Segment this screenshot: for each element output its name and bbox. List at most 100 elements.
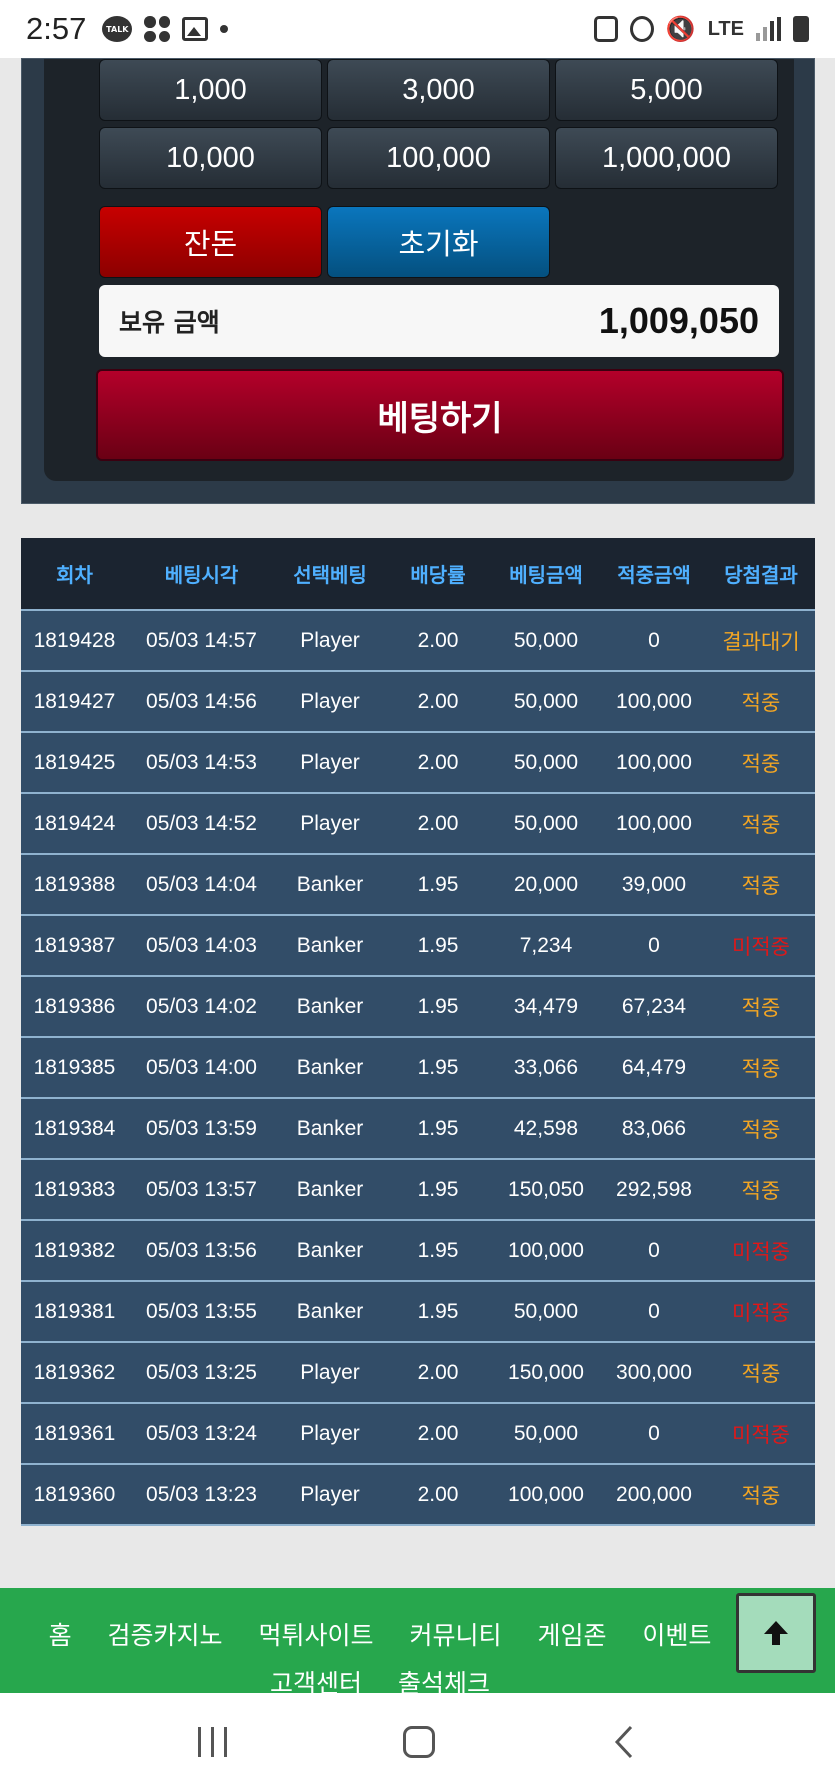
table-row: 1819360 05/03 13:23 Player 2.00 100,000 200,0…: [21, 1465, 815, 1526]
kakaotalk-icon: TALK: [102, 16, 133, 42]
signal-icon: [756, 17, 781, 41]
cell-win-amount: 200,000: [616, 1482, 692, 1506]
cell-result: 미적중: [732, 1239, 790, 1264]
cell-bet-time: 05/03 13:25: [146, 1360, 257, 1384]
cell-selection: Banker: [296, 1177, 364, 1201]
table-row: 1819361 05/03 13:24 Player 2.00 50,000 0 미적중: [21, 1404, 815, 1465]
chip-button-3000[interactable]: 3,000: [327, 59, 550, 121]
cell-round: 1819362: [33, 1360, 116, 1384]
cell-result: 적중: [741, 1117, 781, 1142]
cell-bet-amount: 50,000: [513, 689, 579, 713]
cell-round: 1819424: [33, 811, 116, 835]
cell-round: 1819361: [33, 1421, 116, 1445]
cell-win-amount: 0: [648, 628, 660, 652]
betting-panel-inner: 1,000 3,000 5,000 10,000 100,000 1,000,0…: [44, 59, 794, 481]
balance-amount: 1,009,050: [598, 300, 759, 341]
footer-link-verified-casino[interactable]: 검증카지노: [108, 1612, 223, 1660]
cell-bet-amount: 50,000: [513, 1421, 579, 1445]
table-body: 1819428 05/03 14:57 Player 2.00 50,000 0 결과대기 1…: [21, 611, 815, 1526]
change-button[interactable]: 잔돈: [99, 206, 322, 278]
col-result: 당첨결과: [724, 563, 798, 587]
col-odds: 배당률: [410, 563, 466, 587]
cell-selection: Player: [300, 628, 360, 652]
cell-round: 1819381: [33, 1299, 116, 1323]
bet-history-table: 회차 베팅시각 선택베팅 배당률 베팅금액 적중금액 당첨결과 1819428 0…: [21, 538, 815, 1526]
balance-box: 보유 금액 1,009,050: [99, 285, 779, 357]
reset-button[interactable]: 초기화: [327, 206, 550, 278]
cell-bet-amount: 20,000: [513, 872, 579, 896]
cell-result: 적중: [741, 751, 781, 776]
cell-selection: Banker: [296, 872, 364, 896]
cell-result: 미적중: [732, 934, 790, 959]
cell-round: 1819383: [33, 1177, 116, 1201]
cell-bet-amount: 50,000: [513, 1299, 579, 1323]
cell-win-amount: 100,000: [616, 750, 692, 774]
cell-round: 1819427: [33, 689, 116, 713]
chip-button-10000[interactable]: 10,000: [99, 127, 322, 189]
cell-bet-amount: 50,000: [513, 628, 579, 652]
cell-selection: Banker: [296, 1116, 364, 1140]
col-round: 회차: [56, 563, 93, 587]
col-selection: 선택베팅: [293, 563, 367, 587]
cell-round: 1819360: [33, 1482, 116, 1506]
cell-selection: Player: [300, 689, 360, 713]
chip-button-1000000[interactable]: 1,000,000: [555, 127, 778, 189]
cell-round: 1819386: [33, 994, 116, 1018]
battery-icon: [793, 16, 809, 42]
footer-link-event[interactable]: 이벤트: [642, 1612, 711, 1660]
cell-bet-amount: 7,234: [519, 933, 573, 957]
cell-odds: 2.00: [417, 1360, 459, 1384]
place-bet-button[interactable]: 베팅하기: [96, 369, 784, 461]
chip-button-100000[interactable]: 100,000: [327, 127, 550, 189]
table-row: 1819425 05/03 14:53 Player 2.00 50,000 100,00…: [21, 733, 815, 794]
cell-round: 1819388: [33, 872, 116, 896]
cell-win-amount: 67,234: [621, 994, 687, 1018]
cell-bet-time: 05/03 13:59: [146, 1116, 257, 1140]
cell-result: 적중: [741, 1056, 781, 1081]
cell-bet-amount: 50,000: [513, 750, 579, 774]
cell-round: 1819384: [33, 1116, 116, 1140]
balance-label: 보유 금액: [119, 308, 220, 337]
nav-back-icon[interactable]: [611, 1724, 637, 1760]
system-nav-bar: [0, 1693, 835, 1791]
nav-recent-icon[interactable]: [198, 1727, 227, 1757]
cell-result: 미적중: [732, 1422, 790, 1447]
cell-selection: Banker: [296, 1238, 364, 1262]
cell-bet-time: 05/03 13:55: [146, 1299, 257, 1323]
cell-odds: 1.95: [417, 1116, 459, 1140]
cell-win-amount: 39,000: [621, 872, 687, 896]
cell-result: 결과대기: [722, 629, 800, 654]
cell-selection: Player: [300, 750, 360, 774]
cell-win-amount: 300,000: [616, 1360, 692, 1384]
cell-win-amount: 0: [648, 1421, 660, 1445]
chip-button-5000[interactable]: 5,000: [555, 59, 778, 121]
cell-result: 미적중: [732, 1300, 790, 1325]
battery-saver-icon: [593, 16, 618, 42]
cell-odds: 2.00: [417, 1421, 459, 1445]
nav-home-icon[interactable]: [403, 1726, 435, 1758]
network-type: LTE: [707, 17, 744, 40]
cell-round: 1819382: [33, 1238, 116, 1262]
scroll-top-button[interactable]: [736, 1593, 816, 1673]
cell-odds: 1.95: [417, 1299, 459, 1323]
gallery-icon: [182, 17, 209, 41]
cell-win-amount: 292,598: [616, 1177, 692, 1201]
footer-link-scam-sites[interactable]: 먹튀사이트: [259, 1612, 374, 1660]
col-bet-time: 베팅시각: [164, 563, 239, 587]
cell-selection: Banker: [296, 1055, 364, 1079]
footer-link-home[interactable]: 홈: [49, 1612, 72, 1660]
footer-link-game-zone[interactable]: 게임존: [537, 1612, 606, 1660]
cell-round: 1819387: [33, 933, 116, 957]
footer-link-community[interactable]: 커뮤니티: [409, 1612, 501, 1660]
cell-selection: Banker: [296, 994, 364, 1018]
cell-bet-time: 05/03 14:52: [146, 811, 257, 835]
cell-result: 적중: [741, 690, 781, 715]
cell-win-amount: 83,066: [621, 1116, 687, 1140]
cell-odds: 1.95: [417, 872, 459, 896]
cell-round: 1819425: [33, 750, 116, 774]
cell-odds: 1.95: [417, 933, 459, 957]
table-row: 1819383 05/03 13:57 Banker 1.95 150,050 292,5…: [21, 1160, 815, 1221]
cell-selection: Player: [300, 1482, 360, 1506]
table-row: 1819388 05/03 14:04 Banker 1.95 20,000 39,000…: [21, 855, 815, 916]
chip-button-1000[interactable]: 1,000: [99, 59, 322, 121]
